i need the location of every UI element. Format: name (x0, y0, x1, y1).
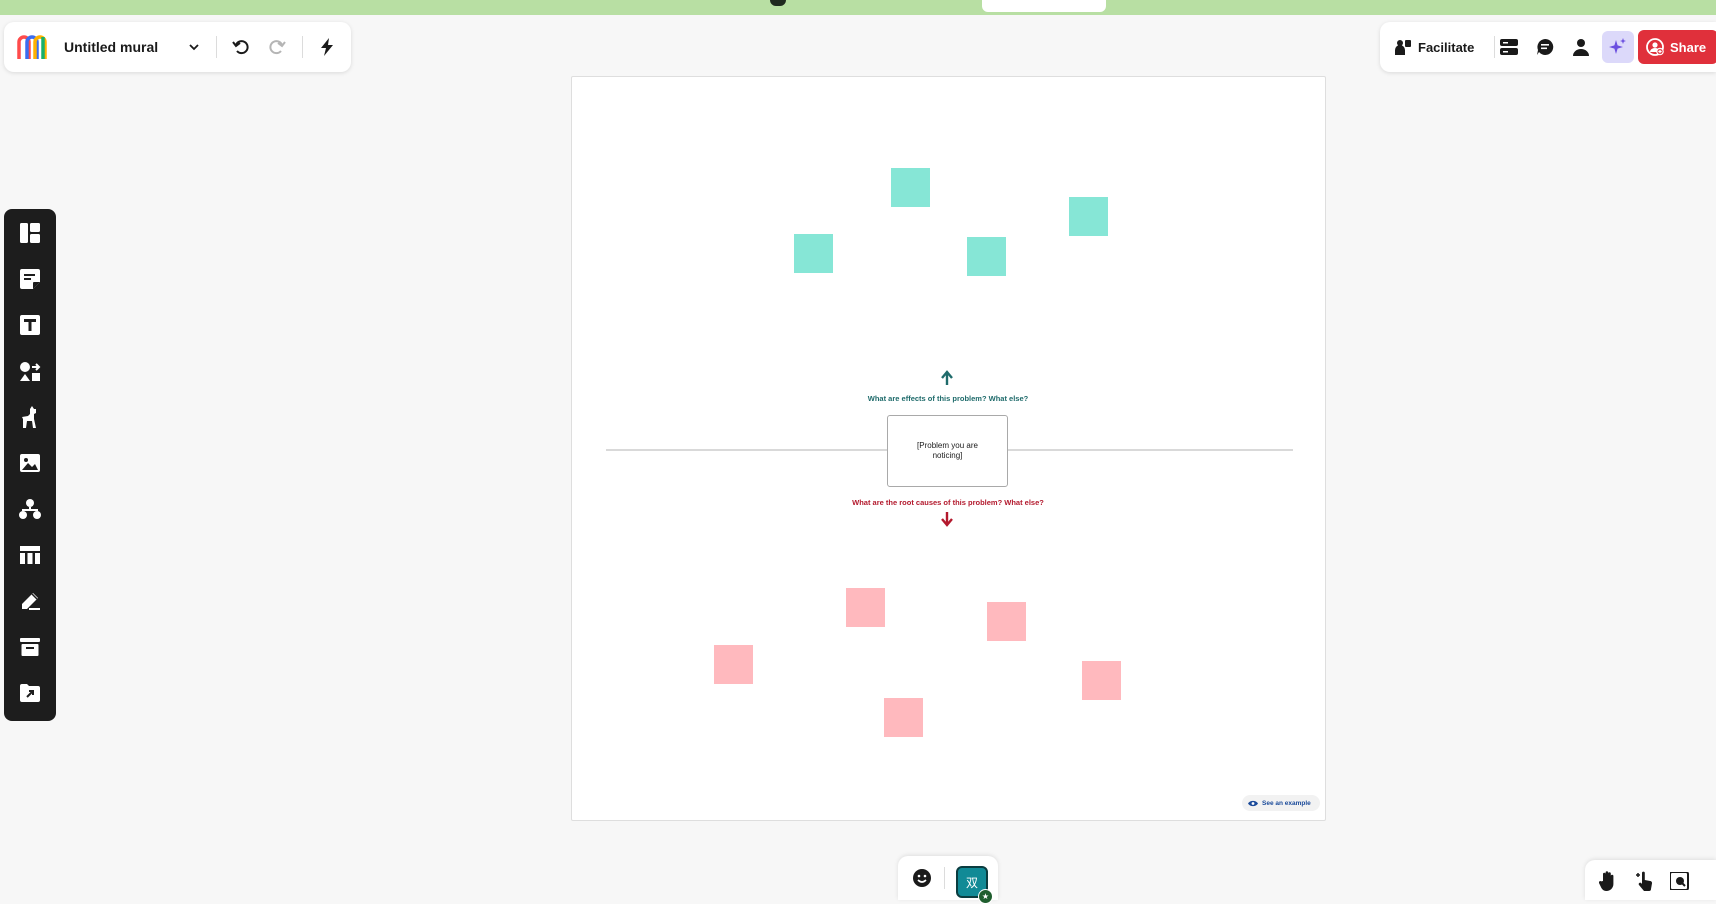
notification-banner (0, 0, 1716, 15)
comment-icon[interactable] (1534, 36, 1556, 58)
share-label: Share (1670, 39, 1707, 55)
cause-sticky-note[interactable] (846, 588, 885, 627)
facilitate-label: Facilitate (1418, 39, 1475, 55)
upload-icon[interactable] (14, 677, 46, 709)
arrow-down-icon (941, 512, 953, 527)
top-right-toolbar: Facilitate Share (1380, 22, 1716, 72)
navigation-tools (1585, 860, 1716, 900)
undo-icon[interactable] (230, 36, 252, 58)
effect-sticky-note[interactable] (1069, 197, 1108, 236)
mural-title-bar: Untitled mural (4, 22, 351, 72)
collaborators-bar: 双 ★ (898, 856, 998, 904)
person-icon[interactable] (1570, 36, 1592, 58)
facilitate-icon (1395, 40, 1411, 55)
share-icon (1646, 38, 1664, 56)
image-icon[interactable] (14, 447, 46, 479)
llama-icon[interactable] (14, 401, 46, 433)
cursor-hand-icon[interactable] (1633, 870, 1655, 892)
effect-sticky-note[interactable] (794, 234, 833, 273)
causes-question: What are the root causes of this problem… (852, 498, 1044, 507)
templates-icon[interactable] (14, 217, 46, 249)
eye-icon (1248, 800, 1258, 806)
share-button[interactable]: Share (1638, 30, 1716, 64)
arrow-up-icon (941, 370, 953, 385)
lightning-icon[interactable] (316, 36, 338, 58)
shapes-connectors-icon[interactable] (14, 355, 46, 387)
cause-sticky-note[interactable] (987, 602, 1026, 641)
see-example-button[interactable]: See an example (1242, 795, 1320, 811)
hand-icon[interactable] (1597, 870, 1619, 892)
diagram-icon[interactable] (14, 493, 46, 525)
problem-box[interactable]: [Problem you are noticing] (887, 415, 1008, 487)
facilitate-button[interactable]: Facilitate (1394, 35, 1474, 59)
cause-sticky-note[interactable] (1082, 661, 1121, 700)
cause-sticky-note[interactable] (714, 645, 753, 684)
text-icon[interactable] (14, 309, 46, 341)
map-icon[interactable] (1669, 870, 1691, 892)
outline-icon[interactable] (1498, 36, 1520, 58)
redo-icon[interactable] (266, 36, 288, 58)
mural-canvas[interactable]: What are effects of this problem? What e… (571, 76, 1326, 821)
divider (1494, 36, 1495, 58)
divider (302, 36, 303, 58)
mural-title[interactable]: Untitled mural (64, 39, 158, 55)
banner-button[interactable] (982, 0, 1106, 12)
chevron-down-icon[interactable] (184, 37, 204, 57)
cause-sticky-note[interactable] (884, 698, 923, 737)
effect-sticky-note[interactable] (967, 237, 1006, 276)
ai-sparkle-icon (1609, 38, 1626, 54)
see-example-label: See an example (1262, 799, 1311, 807)
effects-question: What are effects of this problem? What e… (867, 394, 1029, 403)
left-toolbar (4, 209, 56, 721)
archive-icon[interactable] (14, 631, 46, 663)
divider (216, 36, 217, 58)
pen-icon[interactable] (14, 585, 46, 617)
divider (944, 867, 945, 889)
ai-sparkle-button[interactable] (1602, 31, 1634, 63)
table-icon[interactable] (14, 539, 46, 571)
banner-icon (770, 0, 786, 6)
star-badge-icon: ★ (978, 889, 993, 904)
sticky-note-icon[interactable] (14, 263, 46, 295)
emoji-icon[interactable] (912, 868, 932, 888)
effect-sticky-note[interactable] (891, 168, 930, 207)
mural-logo-icon[interactable] (16, 33, 50, 61)
